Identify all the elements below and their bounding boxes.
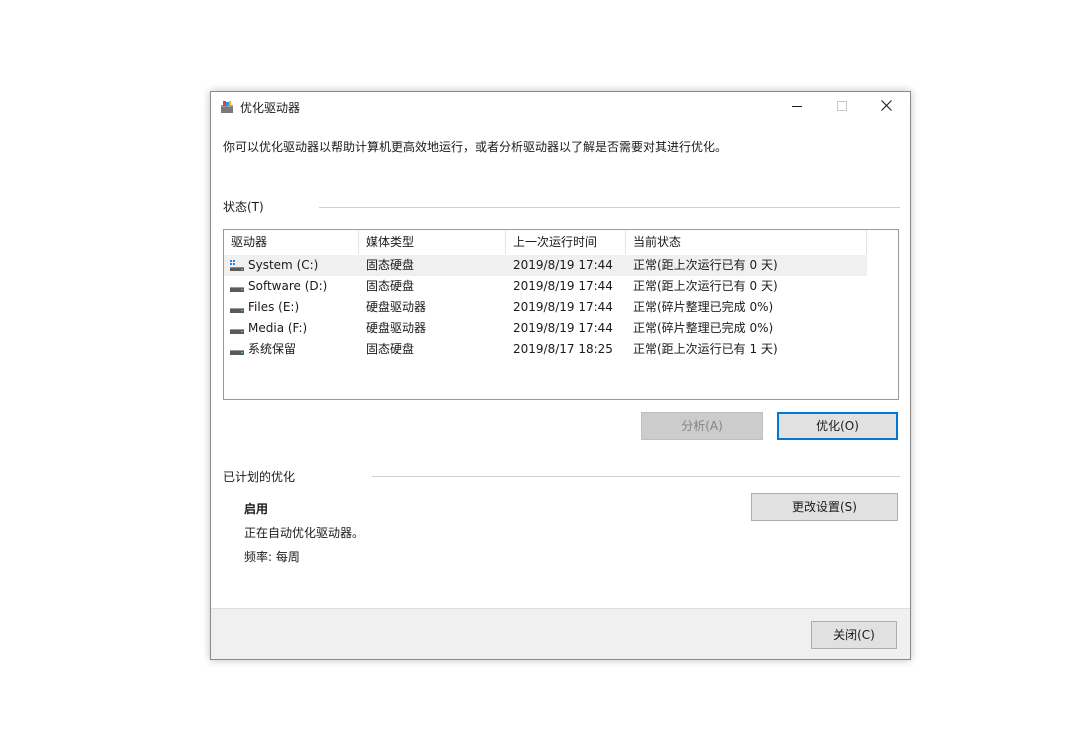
drive-status: 正常(距上次运行已有 1 天) <box>633 342 778 356</box>
change-settings-button[interactable]: 更改设置(S) <box>751 493 898 521</box>
drive-last-run: 2019/8/19 17:44 <box>513 279 613 293</box>
window-title: 优化驱动器 <box>240 101 301 115</box>
drive-name: 系统保留 <box>248 342 297 356</box>
drive-media-type: 硬盘驱动器 <box>366 321 427 335</box>
close-button[interactable]: 关闭(C) <box>811 621 897 649</box>
drive-name: Software (D:) <box>248 279 328 293</box>
close-icon <box>881 100 892 114</box>
drive-last-run: 2019/8/17 18:25 <box>513 342 613 356</box>
drive-row-software-d[interactable]: Software (D:) 固态硬盘 2019/8/19 17:44 正常(距上… <box>224 276 867 297</box>
drive-icon <box>230 344 244 356</box>
system-drive-icon <box>230 260 244 272</box>
drive-media-type: 固态硬盘 <box>366 342 415 356</box>
maximize-icon <box>836 100 847 114</box>
schedule-state: 启用 <box>244 502 269 516</box>
drive-row-system-c[interactable]: System (C:) 固态硬盘 2019/8/19 17:44 正常(距上次运… <box>224 255 867 276</box>
column-header-last-run[interactable]: 上一次运行时间 <box>506 230 626 254</box>
optimize-drives-app-icon <box>220 101 234 114</box>
drive-last-run: 2019/8/19 17:44 <box>513 300 613 314</box>
title-bar[interactable]: 优化驱动器 <box>211 92 910 122</box>
drive-last-run: 2019/8/19 17:44 <box>513 321 613 335</box>
optimize-button[interactable]: 优化(O) <box>777 412 898 440</box>
drive-status: 正常(距上次运行已有 0 天) <box>633 279 778 293</box>
schedule-frequency: 频率: 每周 <box>244 550 300 564</box>
drive-row-media-f[interactable]: Media (F:) 硬盘驱动器 2019/8/19 17:44 正常(碎片整理… <box>224 318 867 339</box>
drive-row-files-e[interactable]: Files (E:) 硬盘驱动器 2019/8/19 17:44 正常(碎片整理… <box>224 297 867 318</box>
drive-status: 正常(碎片整理已完成 0%) <box>633 300 774 314</box>
drive-media-type: 固态硬盘 <box>366 279 415 293</box>
status-divider <box>319 207 900 208</box>
maximize-button <box>819 92 864 122</box>
drive-media-type: 硬盘驱动器 <box>366 300 427 314</box>
minimize-button[interactable] <box>774 92 819 122</box>
column-header-current-status[interactable]: 当前状态 <box>626 230 867 254</box>
intro-text: 你可以优化驱动器以帮助计算机更高效地运行，或者分析驱动器以了解是否需要对其进行优… <box>223 140 728 154</box>
minimize-icon <box>791 100 802 114</box>
scheduled-optimization-label: 已计划的优化 <box>223 470 296 484</box>
drives-list-header: 驱动器 媒体类型 上一次运行时间 当前状态 <box>224 230 898 254</box>
drive-icon <box>230 302 244 314</box>
drive-status: 正常(碎片整理已完成 0%) <box>633 321 774 335</box>
drive-icon <box>230 323 244 335</box>
drive-name: Files (E:) <box>248 300 300 314</box>
optimize-drives-window: 优化驱动器 你可以优化驱动器以帮助计算机更高效地运行，或者分析驱动器以了解是否需… <box>210 91 911 660</box>
drive-icon <box>230 281 244 293</box>
close-window-button[interactable] <box>864 92 909 122</box>
analyze-button: 分析(A) <box>641 412 763 440</box>
status-section-label: 状态(T) <box>223 200 264 214</box>
column-header-drive[interactable]: 驱动器 <box>224 230 359 254</box>
drive-row-system-reserved[interactable]: 系统保留 固态硬盘 2019/8/17 18:25 正常(距上次运行已有 1 天… <box>224 339 867 360</box>
schedule-divider <box>372 476 900 477</box>
drives-list[interactable]: 驱动器 媒体类型 上一次运行时间 当前状态 System (C:) 固态硬盘 2… <box>223 229 899 400</box>
column-header-media-type[interactable]: 媒体类型 <box>359 230 506 254</box>
drive-last-run: 2019/8/19 17:44 <box>513 258 613 272</box>
drive-media-type: 固态硬盘 <box>366 258 415 272</box>
drive-status: 正常(距上次运行已有 0 天) <box>633 258 778 272</box>
drive-name: Media (F:) <box>248 321 308 335</box>
dialog-footer: 关闭(C) <box>211 608 910 659</box>
schedule-description: 正在自动优化驱动器。 <box>244 526 365 540</box>
drive-name: System (C:) <box>248 258 319 272</box>
